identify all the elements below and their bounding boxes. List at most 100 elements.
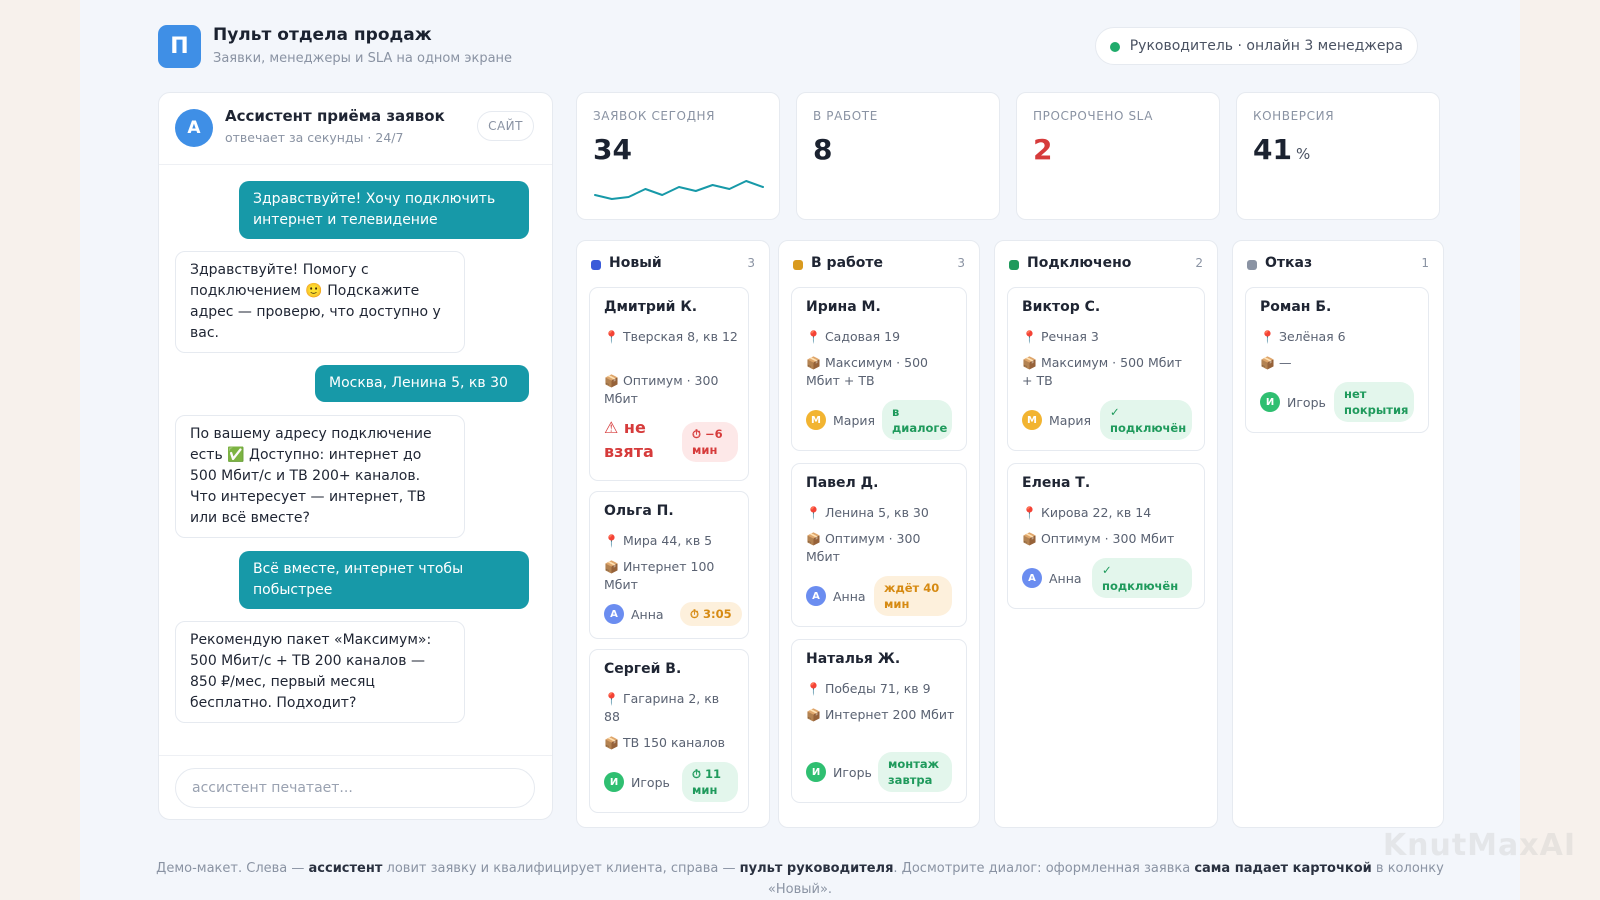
lead-manager: А Анна [1022,568,1082,588]
lead-plan: 📦 Оптимум · 300 Мбит [604,373,719,406]
chat-message-assistant: Рекомендую пакет «Максимум»: 500 Мбит/с … [175,621,465,723]
lead-plan: 📦 Интернет 100 Мбит [604,559,715,592]
lead-card[interactable]: Елена Т. 📍 Кирова 22, кв 14 📦 Оптимум · 30… [1007,463,1205,609]
overdue-warning: ⚠ не взята [604,418,654,461]
column-color-dot [1009,260,1019,270]
online-status-text: Руководитель · онлайн 3 менеджера [1129,38,1403,54]
online-status-pill[interactable]: Руководитель · онлайн 3 менеджера [1094,27,1418,65]
package-icon: 📦 [806,532,821,546]
package-icon: 📦 [1022,532,1037,546]
status-tag: ✓ подключён [1092,558,1192,598]
chat-input[interactable] [175,768,535,808]
manager-avatar: И [604,772,624,792]
page-header: П Пульт отдела продаж Заявки, менеджеры … [158,25,1418,70]
status-tag: монтаж завтра [878,752,952,792]
pin-icon: 📍 [806,506,821,520]
chat-message-assistant: По вашему адресу подключение есть ✅ Дост… [175,415,465,538]
package-icon: 📦 [604,560,619,574]
kpi-value: 34 [593,133,632,166]
kpi-conversion: КОНВЕРСИЯ 41% [1236,92,1440,220]
lead-name: Ирина М. [806,299,881,315]
kpi-value: 2 [1033,133,1053,166]
lead-manager: И Игорь [1260,392,1326,412]
package-icon: 📦 [806,356,821,370]
lead-plan: 📦 Максимум · 500 Мбит + ТВ [806,355,928,388]
pin-icon: 📍 [1260,330,1275,344]
manager-avatar: М [806,410,826,430]
kpi-label: КОНВЕРСИЯ [1253,109,1335,123]
lead-name: Сергей В. [604,661,682,677]
column-header: Подключено 2 [1009,255,1203,275]
manager-avatar: И [806,762,826,782]
lead-card[interactable]: Павел Д. 📍 Ленина 5, кв 30 📦 Оптимум · 300… [791,463,967,627]
pin-icon: 📍 [806,330,821,344]
column-color-dot [1247,260,1257,270]
column-header: В работе 3 [793,255,965,275]
status-tag: в диалоге [882,400,952,440]
column-count: 3 [957,256,965,270]
lead-address: 📍 Ленина 5, кв 30 [806,505,929,520]
chat-title: Ассистент приёма заявок [225,107,445,125]
status-tag: нет покрытия [1334,382,1414,422]
lead-card[interactable]: Ирина М. 📍 Садовая 19 📦 Максимум · 500 Мби… [791,287,967,451]
column-title: В работе [811,255,884,271]
requests-sparkline [594,180,764,200]
sla-timer-tag: ⏱ 3:05 [680,602,742,626]
pin-icon: 📍 [806,682,821,696]
kpi-in-progress: В РАБОТЕ 8 [796,92,1000,220]
lead-address: 📍 Победы 71, кв 9 [806,681,931,696]
kpi-label: В РАБОТЕ [813,109,878,123]
column-count: 2 [1195,256,1203,270]
lead-name: Дмитрий К. [604,299,698,315]
chat-subtitle: отвечает за секунды · 24/7 [225,130,404,145]
page-title: Пульт отдела продаж [213,25,432,45]
column-title: Подключено [1027,255,1132,271]
lead-name: Павел Д. [806,475,879,491]
dashboard-stage: П Пульт отдела продаж Заявки, менеджеры … [80,0,1520,900]
lead-address: 📍 Зелёная 6 [1260,329,1346,344]
watermark-logo: KnutMaxAI [1382,828,1576,863]
pin-icon: 📍 [604,330,619,344]
kpi-value: 8 [813,133,833,166]
kanban-column-in-progress: В работе 3 Ирина М. 📍 Садовая 19 📦 Максиму… [778,240,980,828]
lead-card[interactable]: Виктор С. 📍 Речная 3 📦 Максимум · 500 Мбит… [1007,287,1205,451]
chat-message-client: Москва, Ленина 5, кв 30 [315,365,529,402]
lead-manager: М Мария [1022,410,1091,430]
pin-icon: 📍 [604,534,619,548]
lead-card[interactable]: Сергей В. 📍 Гагарина 2, кв 88 📦 ТВ 150 кан… [589,649,749,813]
lead-card[interactable]: Ольга П. 📍 Мира 44, кв 5 📦 Интернет 100 Мб… [589,491,749,639]
status-tag: ждёт 40 мин [874,576,952,616]
chat-header: А Ассистент приёма заявок отвечает за се… [159,93,552,165]
chat-message-assistant: Здравствуйте! Помогу с подключением 🙂 По… [175,251,465,353]
pin-icon: 📍 [604,692,619,706]
lead-name: Наталья Ж. [806,651,901,667]
package-icon: 📦 [1022,356,1037,370]
kanban-column-new: Новый 3 Дмитрий К. 📍 Тверская 8, кв 12 📦 О… [576,240,770,828]
status-tag: ✓ подключён [1100,400,1192,440]
lead-plan: 📦 ТВ 150 каналов [604,735,726,750]
lead-card[interactable]: Дмитрий К. 📍 Тверская 8, кв 12 📦 Оптимум ·… [589,287,749,481]
package-icon: 📦 [806,708,821,722]
lead-plan: 📦 Максимум · 500 Мбит + ТВ [1022,355,1182,388]
manager-avatar: И [1260,392,1280,412]
manager-avatar: А [1022,568,1042,588]
lead-plan: 📦 Оптимум · 300 Мбит [1022,531,1175,546]
lead-card[interactable]: Роман Б. 📍 Зелёная 6 📦 — И Игорь нет покрыт… [1245,287,1429,433]
chat-message-client: Здравствуйте! Хочу подключить интернет и… [239,181,529,239]
kpi-sla-overdue: ПРОСРОЧЕНО SLA 2 [1016,92,1220,220]
column-color-dot [793,260,803,270]
lead-card[interactable]: Наталья Ж. 📍 Победы 71, кв 9 📦 Интернет 20… [791,639,967,803]
lead-plan: 📦 Оптимум · 300 Мбит [806,531,921,564]
lead-manager: И Игорь [604,772,670,792]
lead-manager: М Мария [806,410,875,430]
lead-address: 📍 Кирова 22, кв 14 [1022,505,1152,520]
kpi-value: 41% [1253,133,1311,166]
lead-plan: 📦 — [1260,355,1292,370]
kpi-requests-today: ЗАЯВОК СЕГОДНЯ 34 [576,92,780,220]
page-subtitle: Заявки, менеджеры и SLA на одном экране [213,51,513,66]
sla-timer-tag: ⏱ 11 мин [682,762,738,802]
package-icon: 📦 [1260,356,1275,370]
manager-avatar: А [806,586,826,606]
manager-avatar: А [604,604,624,624]
column-header: Отказ 1 [1247,255,1429,275]
